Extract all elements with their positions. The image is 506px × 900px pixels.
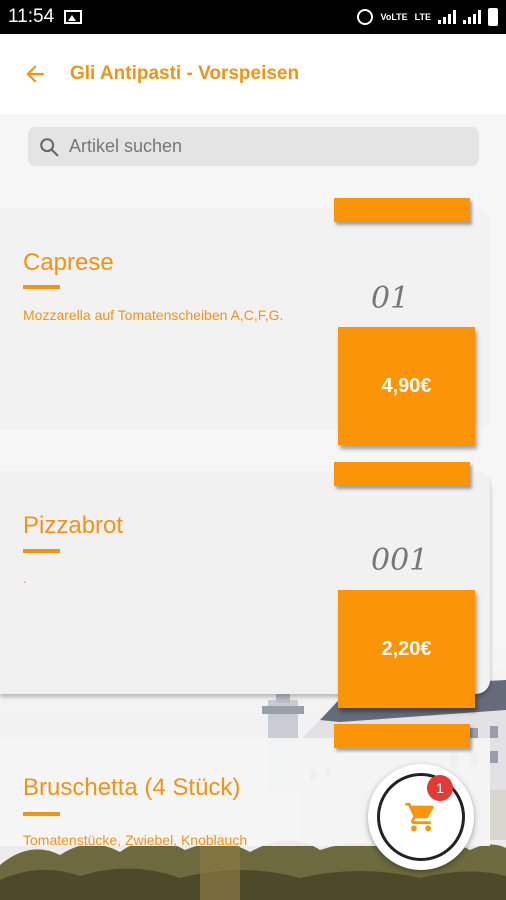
page-title: Gli Antipasti - Vorspeisen xyxy=(70,63,300,84)
price-button[interactable]: 4,90€ xyxy=(338,327,475,445)
search-input[interactable] xyxy=(69,136,449,157)
status-icons: VoLTE LTE xyxy=(357,8,498,26)
search-icon xyxy=(40,137,59,156)
alarm-icon xyxy=(357,9,374,25)
cart-button[interactable] xyxy=(368,764,474,870)
item-code: 01 xyxy=(371,281,410,316)
item-description: . xyxy=(23,570,27,586)
title-underline xyxy=(23,549,60,553)
volte-label: VoLTE xyxy=(380,11,408,22)
item-name: Caprese xyxy=(23,249,114,276)
signal-1-icon xyxy=(438,10,456,24)
app-bar: Gli Antipasti - Vorspeisen xyxy=(0,34,506,114)
cart-count-badge: 1 xyxy=(427,775,453,801)
battery-icon xyxy=(488,8,498,26)
back-button[interactable] xyxy=(0,34,70,114)
search-bar[interactable] xyxy=(28,127,479,166)
status-bar: 11:54 VoLTE LTE xyxy=(0,0,506,34)
signal-2-icon xyxy=(463,10,481,24)
price-button[interactable]: 2,20€ xyxy=(338,590,475,708)
status-time: 11:54 xyxy=(8,6,55,27)
item-name: Pizzabrot xyxy=(23,512,124,539)
item-description: Mozzarella auf Tomatenscheiben A,C,F,G. xyxy=(23,307,284,323)
lte-label: LTE xyxy=(414,11,431,22)
item-name: Bruschetta (4 Stück) xyxy=(23,774,241,801)
arrow-left-icon xyxy=(26,65,44,83)
title-underline xyxy=(23,812,60,816)
lte-indicator: LTE xyxy=(414,11,431,22)
item-tab xyxy=(334,462,470,486)
title-underline xyxy=(23,285,60,289)
item-code: 001 xyxy=(371,543,429,578)
item-tab xyxy=(334,724,470,748)
item-tab xyxy=(334,198,470,222)
cart-icon xyxy=(405,802,434,832)
item-description: Tomatenstücke, Zwiebel, Knoblauch xyxy=(23,832,248,848)
image-notification-icon xyxy=(64,10,83,24)
volte-indicator: VoLTE xyxy=(380,11,408,22)
